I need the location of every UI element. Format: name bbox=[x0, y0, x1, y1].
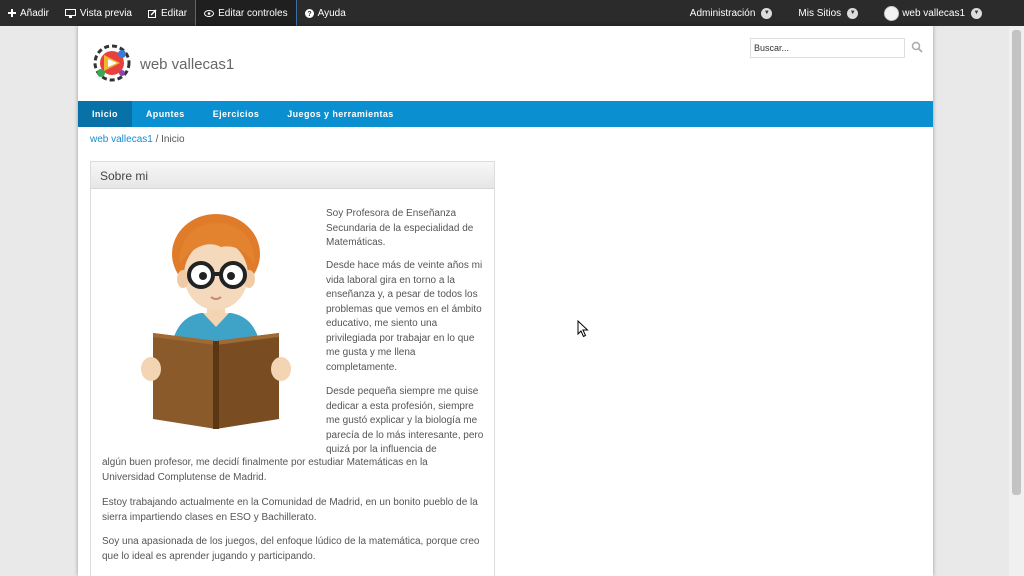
help-button[interactable]: ? Ayuda bbox=[297, 0, 354, 26]
search-icon[interactable] bbox=[911, 41, 923, 53]
help-icon: ? bbox=[304, 8, 314, 18]
nav-item-apuntes[interactable]: Apuntes bbox=[132, 101, 199, 127]
breadcrumb-current: Inicio bbox=[161, 134, 185, 145]
scrollbar-thumb[interactable] bbox=[1012, 30, 1021, 495]
preview-button[interactable]: Vista previa bbox=[57, 0, 140, 26]
add-label: Añadir bbox=[20, 7, 49, 19]
teacher-reading-illustration bbox=[141, 214, 291, 429]
about-paragraph: Soy una apasionada de los juegos, del en… bbox=[102, 536, 480, 562]
chevron-down-icon: ▼ bbox=[847, 7, 859, 19]
administration-menu[interactable]: Administración ▼ bbox=[682, 0, 791, 26]
edit-controls-button[interactable]: Editar controles bbox=[195, 0, 297, 26]
monitor-icon bbox=[64, 8, 76, 18]
add-button[interactable]: Añadir bbox=[0, 0, 57, 26]
chevron-down-icon: ▼ bbox=[761, 7, 773, 19]
user-menu[interactable]: web vallecas1 ▼ bbox=[876, 0, 1024, 26]
svg-text:?: ? bbox=[307, 11, 311, 18]
edit-button[interactable]: Editar bbox=[140, 0, 195, 26]
about-paragraph: algún buen profesor, me decidí finalment… bbox=[102, 457, 428, 483]
page-content: web vallecas1 Inicio Apuntes Ejercicios … bbox=[78, 26, 933, 576]
about-paragraph: Soy Profesora de Enseñanza Secundaria de… bbox=[326, 208, 474, 248]
administration-label: Administración bbox=[689, 7, 756, 19]
admin-bar: Añadir Vista previa Editar Editar contro… bbox=[0, 0, 1024, 26]
preview-label: Vista previa bbox=[79, 7, 132, 19]
about-paragraph: Desde hace más de veinte años mi vida la… bbox=[326, 260, 483, 373]
site-logo[interactable] bbox=[92, 43, 132, 83]
breadcrumb-separator: / bbox=[155, 134, 159, 145]
about-paragraph: Estoy trabajando actualmente en la Comun… bbox=[102, 497, 478, 523]
nav-item-ejercicios[interactable]: Ejercicios bbox=[199, 101, 274, 127]
about-me-portlet: Sobre mi Soy Profesora de Enseñanza Secu… bbox=[90, 161, 495, 576]
search-input[interactable] bbox=[750, 38, 905, 58]
nav-item-inicio[interactable]: Inicio bbox=[78, 101, 132, 127]
site-title[interactable]: web vallecas1 bbox=[140, 56, 234, 73]
cursor-icon bbox=[577, 320, 589, 338]
user-name: web vallecas1 bbox=[902, 7, 965, 19]
edit-label: Editar bbox=[160, 7, 188, 19]
portlet-title: Sobre mi bbox=[91, 162, 494, 189]
my-sites-label: Mis Sitios bbox=[798, 7, 842, 19]
avatar bbox=[884, 5, 900, 21]
breadcrumb: web vallecas1 / Inicio bbox=[90, 134, 185, 145]
breadcrumb-root[interactable]: web vallecas1 bbox=[90, 134, 153, 145]
nav-item-juegos[interactable]: Juegos y herramientas bbox=[273, 101, 407, 127]
help-label: Ayuda bbox=[317, 7, 346, 19]
vertical-scrollbar[interactable] bbox=[1009, 26, 1024, 576]
main-navigation: Inicio Apuntes Ejercicios Juegos y herra… bbox=[78, 101, 933, 127]
edit-controls-label: Editar controles bbox=[218, 7, 288, 19]
about-paragraph: Desde pequeña siempre me quise dedicar a… bbox=[326, 386, 484, 455]
my-sites-menu[interactable]: Mis Sitios ▼ bbox=[790, 0, 876, 26]
plus-icon bbox=[8, 9, 16, 17]
eye-icon bbox=[204, 9, 215, 17]
edit-icon bbox=[147, 9, 157, 18]
chevron-down-icon: ▼ bbox=[971, 7, 982, 19]
